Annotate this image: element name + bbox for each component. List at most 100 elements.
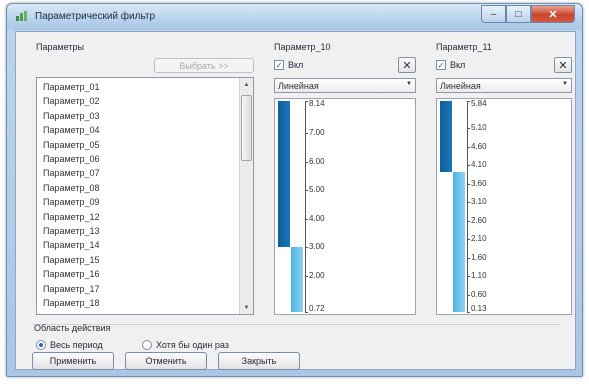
title-bar[interactable]: Параметрический фильтр – □ ✕ (7, 4, 582, 30)
scale-tick (305, 101, 308, 102)
list-item[interactable]: Параметр_12 (43, 212, 100, 222)
scale-tick-label: 0.13 (471, 304, 487, 313)
list-item[interactable]: Параметр_06 (43, 154, 100, 164)
scale-tick-label: 1.60 (471, 252, 487, 262)
close-icon: ✕ (402, 59, 412, 72)
scale-select[interactable]: Линейная ▼ (274, 78, 416, 93)
filter-title: Параметр_10 (274, 42, 331, 52)
close-button[interactable]: Закрыть (218, 352, 300, 370)
list-item[interactable]: Параметр_07 (43, 168, 100, 178)
scale-tick (305, 190, 308, 192)
window-title: Параметрический фильтр (35, 11, 156, 22)
scale-select-value: Линейная (440, 81, 481, 91)
scale-tick (467, 276, 470, 278)
remove-filter-button[interactable]: ✕ (398, 57, 416, 73)
list-item[interactable]: Параметр_16 (43, 269, 100, 279)
scale-tick (305, 247, 308, 249)
scale-tick (467, 257, 470, 259)
scale-tick (305, 161, 308, 163)
apply-button[interactable]: Применить (32, 352, 114, 370)
range-slider-panel[interactable]: 5.84 5.10 4.60 4.10 3.60 3.10 2.60 2.10 1.60 1.10… (436, 98, 572, 315)
scale-tick (467, 220, 470, 222)
scale-tick (467, 101, 470, 102)
list-item[interactable]: Параметр_08 (43, 183, 100, 193)
list-item[interactable]: Параметр_17 (43, 284, 100, 294)
params-listbox[interactable]: Параметр_01 Параметр_02 Параметр_03 Парамет… (36, 77, 254, 315)
list-scrollbar[interactable]: ▲ ▼ (239, 78, 253, 314)
scroll-up-icon[interactable]: ▲ (240, 78, 253, 91)
minimize-button[interactable]: – (481, 5, 506, 23)
scope-label: Область действия (34, 323, 111, 333)
list-item[interactable]: Параметр_04 (43, 125, 100, 135)
scale-tick-label: 7.00 (309, 128, 325, 138)
scale-tick-label: 4.00 (309, 213, 325, 223)
scale-tick (467, 183, 470, 185)
check-icon: ✓ (275, 61, 283, 70)
scale-tick-label: 2.00 (309, 270, 325, 280)
scale-axis (467, 101, 468, 312)
scale-tick-label: 1.10 (471, 271, 487, 281)
close-icon: ✕ (548, 8, 558, 21)
list-item[interactable]: Параметр_15 (43, 255, 100, 265)
remove-filter-button[interactable]: ✕ (554, 57, 572, 73)
scale-tick (305, 133, 308, 135)
range-bar-upper[interactable] (278, 101, 290, 248)
scale-tick-label: 0.60 (471, 289, 487, 299)
scale-tick-label: 4.10 (471, 160, 487, 170)
scale-tick (305, 275, 308, 277)
enable-label: Вкл (450, 60, 466, 70)
maximize-button[interactable]: □ (506, 5, 531, 23)
list-item[interactable]: Параметр_13 (43, 226, 100, 236)
range-bar-lower[interactable] (291, 247, 303, 312)
scale-tick (467, 128, 470, 130)
scale-tick (467, 165, 470, 167)
scroll-thumb[interactable] (241, 95, 252, 161)
list-item[interactable]: Параметр_01 (43, 82, 100, 92)
scale-tick-label: 8.14 (309, 99, 325, 108)
scope-group: Область действия Весь период Хотя бы оди… (32, 323, 561, 354)
scale-tick-label: 3.60 (471, 178, 487, 188)
list-item[interactable]: Параметр_09 (43, 197, 100, 207)
enable-checkbox[interactable]: ✓ (274, 60, 284, 70)
close-icon: ✕ (558, 59, 568, 72)
scale-tick (467, 294, 470, 296)
scale-tick-label: 2.60 (471, 215, 487, 225)
dialog-body: Параметры Выбрать >> Параметр_01 Параметр… (15, 31, 576, 370)
list-item[interactable]: Параметр_05 (43, 140, 100, 150)
scale-tick-label: 2.10 (471, 234, 487, 244)
chevron-down-icon: ▼ (562, 81, 568, 87)
scale-select[interactable]: Линейная ▼ (436, 78, 572, 93)
filter-title: Параметр_11 (436, 42, 492, 52)
cancel-button[interactable]: Отменить (125, 352, 207, 370)
close-window-button[interactable]: ✕ (531, 5, 575, 23)
scale-select-value: Линейная (278, 81, 319, 91)
scale-tick-label: 6.00 (309, 156, 325, 166)
scale-tick (467, 202, 470, 204)
list-item[interactable]: Параметр_18 (43, 298, 100, 308)
maximize-icon: □ (515, 8, 522, 20)
range-bar-lower[interactable] (453, 171, 465, 312)
chevron-down-icon: ▼ (406, 81, 412, 87)
radio-at-least-once[interactable] (142, 340, 152, 350)
range-slider-panel[interactable]: 8.14 7.00 6.00 5.00 4.00 3.00 2.00 0.72 (274, 98, 416, 315)
scale-tick (305, 312, 308, 313)
scale-tick-label: 3.10 (471, 197, 487, 207)
range-bar-upper[interactable] (440, 101, 452, 172)
scroll-down-icon[interactable]: ▼ (240, 301, 253, 314)
scale-tick (467, 239, 470, 241)
scale-tick-label: 4.60 (471, 141, 487, 151)
app-icon (16, 11, 27, 21)
select-button[interactable]: Выбрать >> (154, 58, 254, 73)
list-item[interactable]: Параметр_02 (43, 96, 100, 106)
minimize-icon: – (490, 8, 497, 20)
check-icon: ✓ (437, 61, 445, 70)
list-item[interactable]: Параметр_14 (43, 240, 100, 250)
radio-whole-period[interactable] (36, 340, 46, 350)
enable-checkbox[interactable]: ✓ (436, 60, 446, 70)
list-item[interactable]: Параметр_03 (43, 111, 100, 121)
params-header: Параметры (36, 42, 84, 52)
scale-tick (305, 218, 308, 220)
scale-tick-label: 5.84 (471, 99, 487, 108)
scale-tick (467, 146, 470, 148)
enable-label: Вкл (288, 60, 304, 70)
